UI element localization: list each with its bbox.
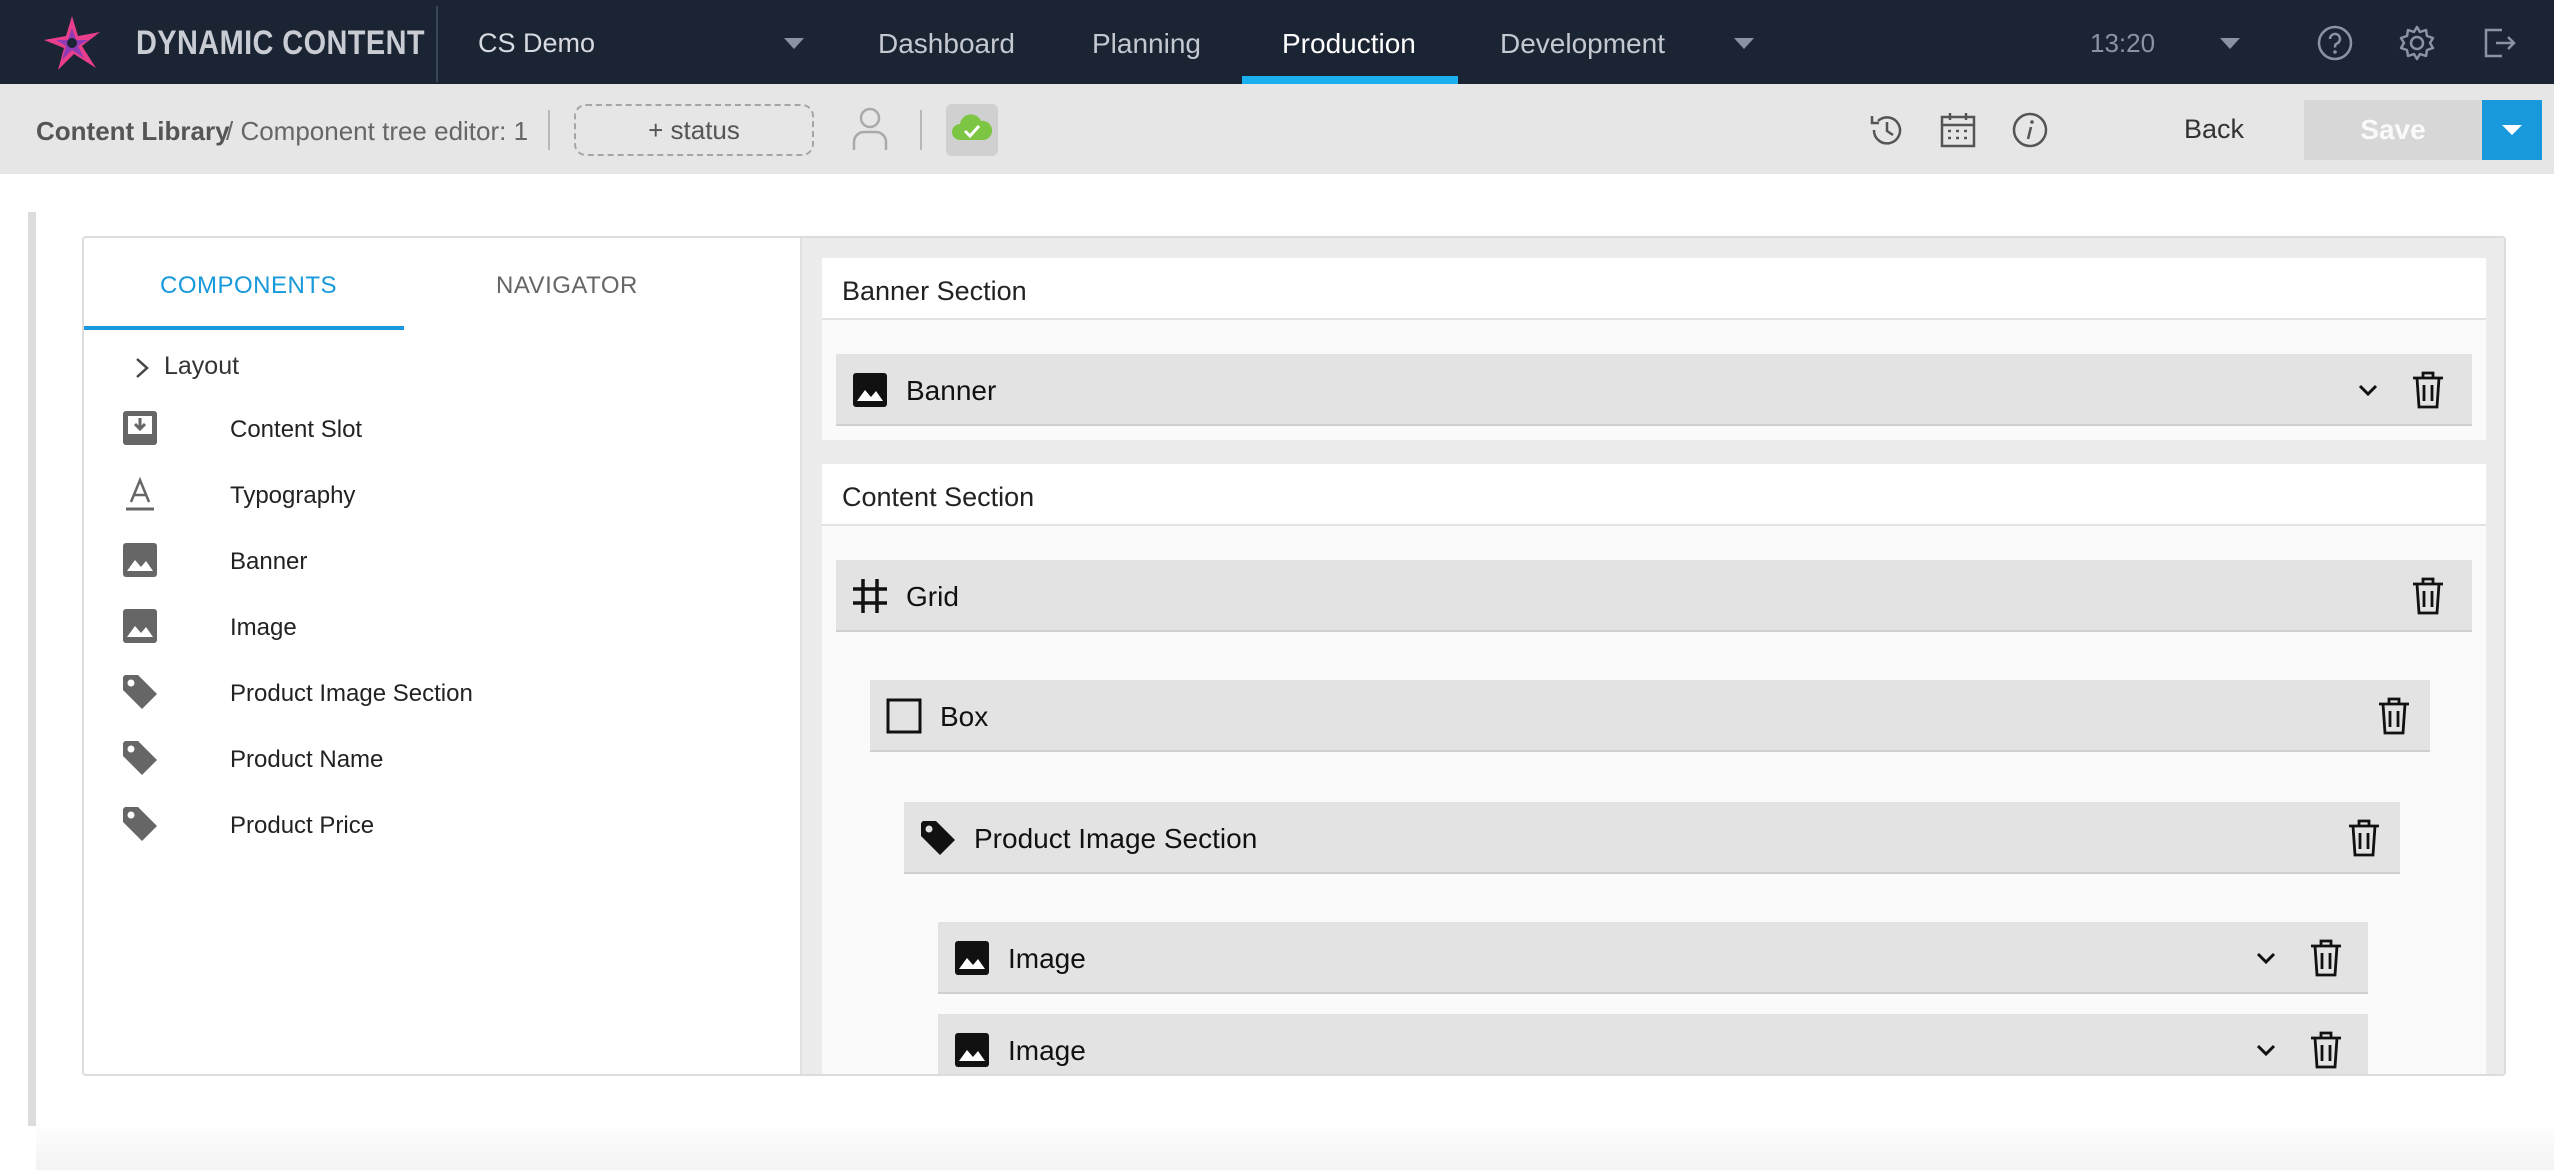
- back-button[interactable]: Back: [2184, 114, 2244, 145]
- nav-tab-planning[interactable]: Planning: [1092, 28, 1201, 60]
- node-label: Grid: [906, 581, 959, 612]
- nav-tab-production[interactable]: Production: [1282, 28, 1416, 60]
- image-icon: [123, 609, 157, 643]
- tree-node-product-image-section[interactable]: Product Image Section: [904, 802, 2400, 874]
- node-label: Banner: [906, 375, 997, 406]
- box-icon: [886, 698, 922, 734]
- dynamic-content-logo-icon[interactable]: [40, 14, 104, 72]
- section-title: Content Section: [842, 482, 1035, 512]
- assignee-icon[interactable]: [850, 106, 890, 152]
- tag-icon: [921, 821, 955, 855]
- library-item-image[interactable]: Image: [84, 594, 800, 660]
- library-group-layout[interactable]: Layout: [164, 352, 239, 381]
- trash-icon[interactable]: [2376, 696, 2412, 736]
- gear-icon[interactable]: [2398, 24, 2436, 62]
- save-options-dropdown-button[interactable]: [2482, 100, 2542, 160]
- section-header: Banner Section: [822, 258, 2486, 320]
- save-button[interactable]: Save: [2304, 100, 2482, 160]
- library-item-banner[interactable]: Banner: [84, 528, 800, 594]
- box-children: Product Image Section Image Image: [888, 768, 2424, 1074]
- library-item-label: Product Name: [230, 746, 384, 773]
- chevron-down-icon[interactable]: [2254, 946, 2278, 970]
- help-icon[interactable]: [2316, 24, 2354, 62]
- chevron-right-icon[interactable]: [132, 356, 152, 380]
- library-item-label: Product Image Section: [230, 680, 473, 707]
- image-icon: [955, 941, 989, 975]
- tag-icon: [123, 807, 157, 841]
- chevron-down-icon[interactable]: [2356, 378, 2380, 402]
- typography-icon: [126, 476, 154, 511]
- clock-dropdown-caret-icon[interactable]: [2220, 38, 2240, 49]
- info-icon[interactable]: [2010, 110, 2050, 150]
- trash-icon[interactable]: [2410, 370, 2446, 410]
- content-slot-icon: [123, 411, 157, 445]
- tag-icon: [123, 675, 157, 709]
- trash-icon[interactable]: [2308, 1030, 2344, 1070]
- breadcrumb-content-library[interactable]: Content Library: [36, 116, 230, 147]
- top-nav: DYNAMIC CONTENT CS Demo Dashboard Planni…: [0, 0, 2554, 84]
- library-item-label: Image: [230, 614, 297, 641]
- banner-section: Banner Section Banner: [822, 258, 2486, 440]
- section-title: Banner Section: [842, 276, 1027, 306]
- node-label: Image: [1008, 943, 1086, 974]
- library-item-label: Banner: [230, 548, 308, 575]
- nav-divider: [436, 6, 438, 82]
- library-item-typography[interactable]: Typography: [84, 462, 800, 528]
- trash-icon[interactable]: [2346, 818, 2382, 858]
- tab-components[interactable]: COMPONENTS: [160, 272, 337, 300]
- library-item-content-slot[interactable]: Content Slot: [84, 396, 800, 462]
- nav-tab-development[interactable]: Development: [1500, 28, 1665, 60]
- publish-status-badge[interactable]: [946, 104, 998, 156]
- tree-node-grid[interactable]: Grid: [836, 560, 2472, 632]
- toolbar-divider: [548, 110, 550, 150]
- tree-node-box[interactable]: Box: [870, 680, 2430, 752]
- library-item-product-image-section[interactable]: Product Image Section: [84, 660, 800, 726]
- hub-dropdown-caret-icon[interactable]: [784, 38, 804, 49]
- cloud-check-icon: [952, 114, 993, 140]
- active-tab-indicator: [1242, 76, 1458, 84]
- component-tree-editor: COMPONENTS NAVIGATOR Layout Content Slot…: [82, 236, 2506, 1076]
- node-label: Image: [1008, 1035, 1086, 1066]
- library-item-label: Content Slot: [230, 416, 363, 443]
- library-item-product-name[interactable]: Product Name: [84, 726, 800, 792]
- calendar-icon[interactable]: [1938, 110, 1978, 150]
- nav-tab-dashboard[interactable]: Dashboard: [878, 28, 1015, 60]
- library-item-label: Product Price: [230, 812, 375, 839]
- chevron-down-icon[interactable]: [2254, 1038, 2278, 1062]
- tab-navigator[interactable]: NAVIGATOR: [496, 272, 638, 300]
- library-item-label: Typography: [230, 482, 356, 509]
- left-border: [28, 212, 36, 1126]
- add-status-button[interactable]: + status: [574, 104, 814, 156]
- development-dropdown-caret-icon[interactable]: [1734, 38, 1754, 49]
- grid-children: Box Product Image Section Image Image: [854, 648, 2454, 1074]
- clock: 13:20: [2090, 28, 2156, 58]
- bottom-shadow: [36, 1120, 2554, 1170]
- image-icon: [123, 543, 157, 577]
- image-icon: [853, 373, 887, 407]
- image-icon: [955, 1033, 989, 1067]
- component-library-panel: COMPONENTS NAVIGATOR Layout Content Slot…: [84, 238, 800, 1074]
- component-tree-canvas: Banner Section Banner Content Section Gr…: [802, 238, 2504, 1074]
- trash-icon[interactable]: [2410, 576, 2446, 616]
- content-section: Content Section Grid Box Product Image S…: [822, 464, 2486, 1074]
- tag-icon: [123, 741, 157, 775]
- node-label: Box: [940, 701, 989, 732]
- library-tab-indicator: [84, 326, 404, 330]
- node-label: Product Image Section: [974, 823, 1258, 854]
- trash-icon[interactable]: [2308, 938, 2344, 978]
- toolbar-divider: [920, 110, 922, 150]
- section-header: Content Section: [822, 464, 2486, 526]
- tree-node-image[interactable]: Image: [938, 922, 2368, 994]
- tree-node-image[interactable]: Image: [938, 1014, 2368, 1074]
- history-icon[interactable]: [1866, 110, 1906, 150]
- editor-toolbar: Content Library / Component tree editor:…: [0, 84, 2554, 174]
- breadcrumb-current: / Component tree editor: 1: [226, 116, 529, 146]
- hub-selector[interactable]: CS Demo: [478, 28, 595, 59]
- tree-node-banner[interactable]: Banner: [836, 354, 2472, 426]
- brand-name: DYNAMIC CONTENT: [136, 24, 425, 62]
- logout-icon[interactable]: [2480, 24, 2518, 62]
- grid-icon: [853, 579, 887, 613]
- product-image-section-children: Image Image: [922, 890, 2392, 1074]
- library-item-product-price[interactable]: Product Price: [84, 792, 800, 858]
